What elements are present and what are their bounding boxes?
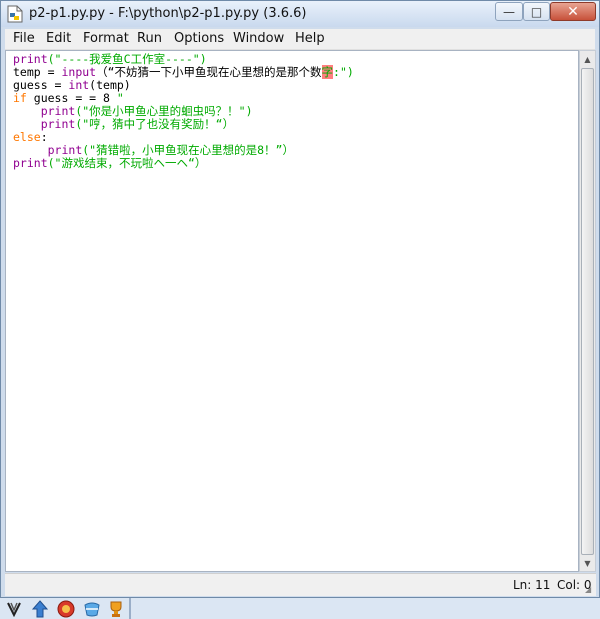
menu-bar: File Edit Format Run Options Window Help	[5, 29, 595, 50]
code-text-segment: :	[40, 130, 48, 144]
builtin-print: print	[40, 104, 76, 118]
code-line-4: if guess = = 8 "	[13, 91, 124, 105]
code-text-segment: temp =	[13, 65, 62, 79]
keyword-if: if	[13, 91, 27, 105]
menu-file[interactable]: File	[13, 31, 35, 46]
builtin-input: input	[61, 65, 97, 79]
builtin-print: print	[13, 52, 48, 66]
menu-help[interactable]: Help	[295, 31, 325, 46]
app-icon-1[interactable]	[4, 599, 24, 618]
scroll-thumb[interactable]	[581, 68, 594, 555]
close-icon: ✕	[567, 3, 579, 20]
menu-options[interactable]: Options	[174, 31, 224, 46]
code-text-segment: guess = = 8	[26, 91, 117, 105]
title-bar[interactable]: p2-p1.py.py - F:\python\p2-p1.py.py (3.6…	[1, 1, 599, 27]
keyword-else: else	[13, 130, 41, 144]
code-line-5: print("你是小甲鱼心里的蛔虫吗？！")	[13, 104, 253, 118]
python-file-icon	[7, 5, 23, 23]
string-literal: :")	[333, 65, 354, 79]
minimize-icon: —	[503, 4, 515, 19]
builtin-print: print	[40, 117, 76, 131]
resize-grip-icon[interactable]: ◢	[585, 585, 595, 595]
menu-run[interactable]: Run	[137, 31, 162, 46]
builtin-print: print	[13, 156, 48, 170]
window-title: p2-p1.py.py - F:\python\p2-p1.py.py (3.6…	[29, 6, 307, 21]
string-literal: ("你是小甲鱼心里的蛔虫吗？！")	[75, 104, 253, 118]
builtin-print: print	[47, 143, 83, 157]
string-literal: （“不妨猜一下小甲鱼现在心里想的是那个数	[96, 65, 322, 79]
string-literal: ("----我爱鱼C工作室----")	[47, 52, 207, 66]
scroll-down-arrow-icon[interactable]: ▼	[580, 555, 595, 571]
close-button[interactable]: ✕	[550, 2, 596, 21]
code-text-segment: (temp)	[89, 78, 131, 92]
string-literal: ("猜错啦，小甲鱼现在心里想的是8！”）	[82, 143, 294, 157]
scroll-up-arrow-icon[interactable]: ▲	[580, 51, 595, 67]
idle-editor-window: p2-p1.py.py - F:\python\p2-p1.py.py (3.6…	[0, 0, 600, 598]
string-literal: "	[116, 91, 124, 105]
code-line-1: print("----我爱鱼C工作室----")	[13, 52, 207, 66]
code-line-9: print("游戏结束，不玩啦ヘ一ヘ“）	[13, 156, 206, 170]
vertical-scrollbar[interactable]: ▲ ▼	[579, 50, 596, 572]
code-line-3: guess = int(temp)	[13, 78, 131, 92]
red-shield-icon[interactable]	[56, 599, 76, 618]
string-literal: ("游戏结束，不玩啦ヘ一ヘ“）	[47, 156, 207, 170]
menu-format[interactable]: Format	[83, 31, 129, 46]
builtin-int: int	[68, 78, 90, 92]
trophy-icon[interactable]	[106, 599, 126, 618]
error-highlight: 字	[321, 65, 334, 79]
menu-edit[interactable]: Edit	[46, 31, 71, 46]
blue-globe-icon[interactable]	[82, 599, 102, 618]
status-bar: Ln: 11 Col: 0 ◢	[5, 573, 596, 596]
arrow-up-icon[interactable]	[30, 599, 50, 618]
menu-window[interactable]: Window	[233, 31, 284, 46]
taskbar-divider	[129, 598, 131, 619]
code-text-segment: guess =	[13, 78, 69, 92]
code-line-8: print("猜错啦，小甲鱼现在心里想的是8！”）	[13, 143, 294, 157]
string-literal: ("哼，猜中了也没有奖励！“）	[75, 117, 235, 131]
code-editor[interactable]: print("----我爱鱼C工作室----") temp = input（“不…	[5, 50, 579, 572]
code-text[interactable]: print("----我爱鱼C工作室----") temp = input（“不…	[13, 53, 354, 170]
code-line-7: else:	[13, 130, 48, 144]
line-number: Ln: 11	[513, 578, 551, 592]
code-line-2: temp = input（“不妨猜一下小甲鱼现在心里想的是那个数字:")	[13, 65, 354, 79]
taskbar	[0, 598, 600, 619]
maximize-icon: □	[530, 4, 543, 19]
minimize-button[interactable]: —	[495, 2, 523, 21]
code-line-6: print("哼，猜中了也没有奖励！“）	[13, 117, 234, 131]
maximize-button[interactable]: □	[523, 2, 550, 21]
